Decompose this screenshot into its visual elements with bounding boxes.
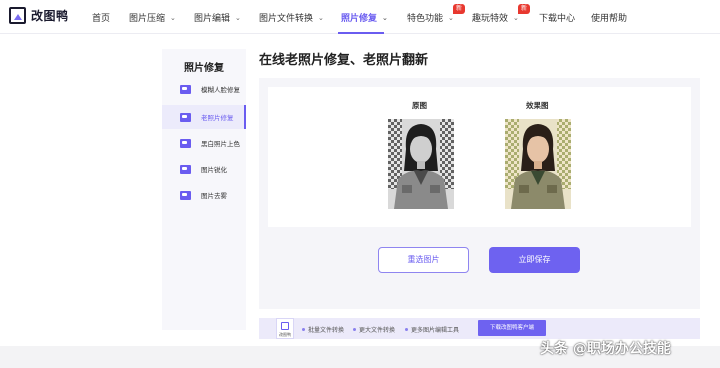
chevron-down-icon: ⌄ (318, 13, 324, 22)
colorize-icon (180, 138, 191, 148)
nav-item-edit[interactable]: 图片编辑 ⌄ (194, 11, 241, 25)
sidebar-item-label: 老照片修复 (201, 114, 234, 122)
nav-label: 使用帮助 (591, 14, 628, 24)
watermark-text: 头条 @职场办公技能 (540, 341, 671, 357)
nav-item-download-center[interactable]: 下载中心 (539, 11, 575, 24)
save-now-button[interactable]: 立即保存 (489, 247, 580, 273)
sidebar-item-old-photo-repair[interactable]: 老照片修复 (162, 105, 246, 129)
bullet-icon (353, 328, 356, 331)
sidebar-item-face-repair[interactable]: 模糊人脸修复 (162, 77, 246, 101)
bullet-icon (405, 328, 408, 331)
brand-logo[interactable]: 改图鸭 (9, 7, 69, 24)
nav-item-help[interactable]: 使用帮助 (591, 11, 627, 24)
nav-item-features[interactable]: 特色功能 ⌄ (407, 11, 454, 25)
new-badge: 新 (518, 4, 531, 14)
nav-label: 首页 (92, 14, 111, 24)
chevron-down-icon: ⌄ (235, 13, 241, 22)
sidebar-item-label: 黑白照片上色 (201, 140, 240, 148)
tool-sidebar: 照片修复 模糊人脸修复 老照片修复 黑白照片上色 图片锐化 图片去雾 (162, 49, 246, 330)
sidebar-item-sharpen[interactable]: 图片锐化 (162, 157, 246, 181)
nav-label: 趣玩特效 (472, 14, 509, 24)
top-navigation: 改图鸭 首页 图片压缩 ⌄ 图片编辑 ⌄ 图片文件转换 ⌄ 照片修复 ⌄ 特色功… (0, 0, 720, 34)
comparison-area (268, 87, 691, 227)
reselect-image-button[interactable]: 重选图片 (378, 247, 469, 273)
bullet-icon (302, 328, 305, 331)
result-label: 效果图 (526, 101, 549, 110)
sidebar-item-label: 图片锐化 (201, 166, 227, 174)
download-client-button[interactable]: 下载改图鸭客户端 (478, 320, 546, 336)
chevron-down-icon: ⌄ (382, 13, 388, 22)
brand-name: 改图鸭 (31, 9, 69, 23)
promo-feature-label: 更多图片编辑工具 (411, 327, 460, 334)
chevron-down-icon: ⌄ (170, 13, 176, 22)
chevron-down-icon: ⌄ (448, 13, 454, 22)
face-image-icon (180, 84, 191, 94)
nav-label: 特色功能 (407, 14, 444, 24)
nav-item-compress[interactable]: 图片压缩 ⌄ (129, 11, 176, 25)
original-label: 原图 (412, 101, 427, 110)
new-badge: 新 (453, 4, 466, 14)
sharpen-icon (180, 164, 191, 174)
page-title: 在线老照片修复、老照片翻新 (259, 53, 429, 68)
nav-label: 下载中心 (539, 14, 576, 24)
active-nav-indicator (338, 32, 384, 34)
nav-label: 图片文件转换 (259, 14, 314, 24)
promo-feature: 更多图片编辑工具 (405, 325, 459, 334)
sidebar-item-colorize[interactable]: 黑白照片上色 (162, 131, 246, 155)
photo-repair-icon (180, 112, 191, 122)
nav-item-home[interactable]: 首页 (92, 11, 110, 24)
nav-item-fun-effects[interactable]: 趣玩特效 ⌄ (472, 11, 519, 25)
promo-feature-label: 更大文件转换 (359, 327, 396, 334)
result-photo (505, 119, 571, 209)
chevron-down-icon: ⌄ (513, 13, 519, 22)
nav-label: 图片编辑 (194, 14, 231, 24)
original-photo (388, 119, 454, 209)
sidebar-item-dehaze[interactable]: 图片去雾 (162, 183, 246, 207)
client-logo-text: 改图鸭 (279, 332, 291, 337)
nav-label: 照片修复 (341, 14, 378, 24)
nav-item-convert[interactable]: 图片文件转换 ⌄ (259, 11, 324, 25)
logo-icon (9, 7, 26, 24)
promo-feature: 批量文件转换 (302, 325, 344, 334)
sidebar-title: 照片修复 (184, 63, 224, 74)
app-icon (281, 322, 289, 330)
nav-label: 图片压缩 (129, 14, 166, 24)
dehaze-icon (180, 190, 191, 200)
sidebar-item-label: 图片去雾 (201, 192, 227, 200)
promo-feature-label: 批量文件转换 (308, 327, 345, 334)
nav-item-photo-repair[interactable]: 照片修复 ⌄ (341, 11, 388, 25)
sidebar-item-label: 模糊人脸修复 (201, 86, 240, 94)
promo-feature: 更大文件转换 (353, 325, 395, 334)
